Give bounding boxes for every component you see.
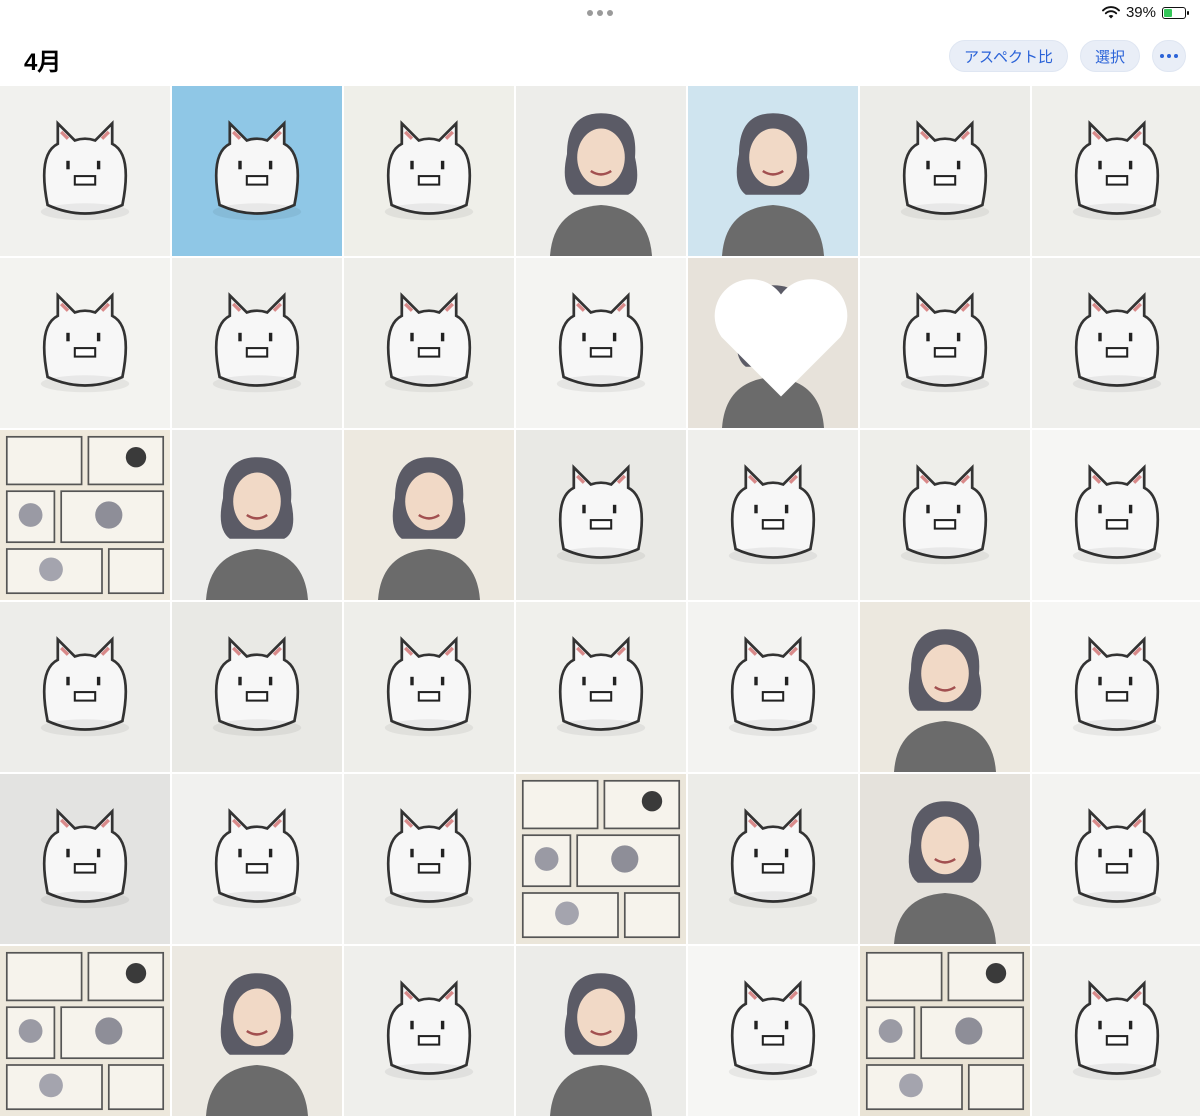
photo-thumbnail[interactable] [172, 430, 342, 600]
photo-thumbnail[interactable] [0, 602, 170, 772]
photo-thumbnail[interactable] [688, 430, 858, 600]
favorite-heart-icon [714, 279, 848, 397]
photo-thumbnail[interactable] [860, 602, 1030, 772]
photo-thumbnail[interactable] [0, 430, 170, 600]
status-indicators: 39% [1102, 4, 1189, 21]
photo-thumbnail[interactable] [860, 430, 1030, 600]
photo-thumbnail[interactable] [516, 430, 686, 600]
photo-thumbnail[interactable] [1032, 430, 1200, 600]
page-title: 4月 [24, 49, 62, 76]
photo-thumbnail[interactable] [1032, 946, 1200, 1116]
header-actions: アスペクト比 選択 [949, 40, 1186, 72]
photo-thumbnail[interactable] [344, 86, 514, 256]
photo-thumbnail[interactable] [344, 602, 514, 772]
photo-thumbnail[interactable] [860, 946, 1030, 1116]
multitasking-dots-icon[interactable] [587, 10, 613, 16]
photo-thumbnail[interactable] [344, 258, 514, 428]
album-header: 4月 アスペクト比 選択 [0, 28, 1200, 84]
photo-thumbnail[interactable] [516, 774, 686, 944]
photo-thumbnail[interactable] [1032, 774, 1200, 944]
aspect-ratio-button[interactable]: アスペクト比 [949, 40, 1068, 72]
photo-thumbnail[interactable] [1032, 602, 1200, 772]
photo-thumbnail[interactable] [344, 946, 514, 1116]
photo-thumbnail[interactable] [172, 86, 342, 256]
photo-thumbnail[interactable] [0, 86, 170, 256]
photo-thumbnail[interactable] [516, 602, 686, 772]
photo-thumbnail[interactable] [0, 774, 170, 944]
photo-thumbnail[interactable] [516, 258, 686, 428]
wifi-icon [1102, 6, 1120, 19]
photo-thumbnail[interactable] [172, 774, 342, 944]
photo-thumbnail[interactable] [688, 602, 858, 772]
photo-thumbnail[interactable] [1032, 258, 1200, 428]
photo-thumbnail[interactable] [172, 258, 342, 428]
photo-thumbnail[interactable] [516, 946, 686, 1116]
photo-thumbnail[interactable] [344, 774, 514, 944]
more-options-button[interactable] [1152, 40, 1186, 72]
photo-thumbnail[interactable] [688, 774, 858, 944]
battery-icon [1162, 6, 1189, 19]
select-button[interactable]: 選択 [1079, 40, 1140, 72]
photo-thumbnail[interactable] [688, 946, 858, 1116]
status-bar: 39% [0, 0, 1200, 28]
photo-thumbnail[interactable] [860, 86, 1030, 256]
photo-grid [0, 86, 1200, 1116]
photo-thumbnail[interactable] [688, 86, 858, 256]
photo-thumbnail[interactable] [860, 774, 1030, 944]
photo-thumbnail[interactable] [1032, 86, 1200, 256]
photo-thumbnail[interactable] [516, 86, 686, 256]
battery-percentage: 39% [1125, 4, 1156, 21]
photo-thumbnail[interactable] [172, 946, 342, 1116]
photo-thumbnail[interactable] [0, 946, 170, 1116]
photo-thumbnail[interactable] [344, 430, 514, 600]
photo-thumbnail[interactable] [860, 258, 1030, 428]
ellipsis-icon [1160, 54, 1164, 58]
photo-thumbnail[interactable] [0, 258, 170, 428]
photo-thumbnail[interactable] [688, 258, 858, 428]
photo-thumbnail[interactable] [172, 602, 342, 772]
